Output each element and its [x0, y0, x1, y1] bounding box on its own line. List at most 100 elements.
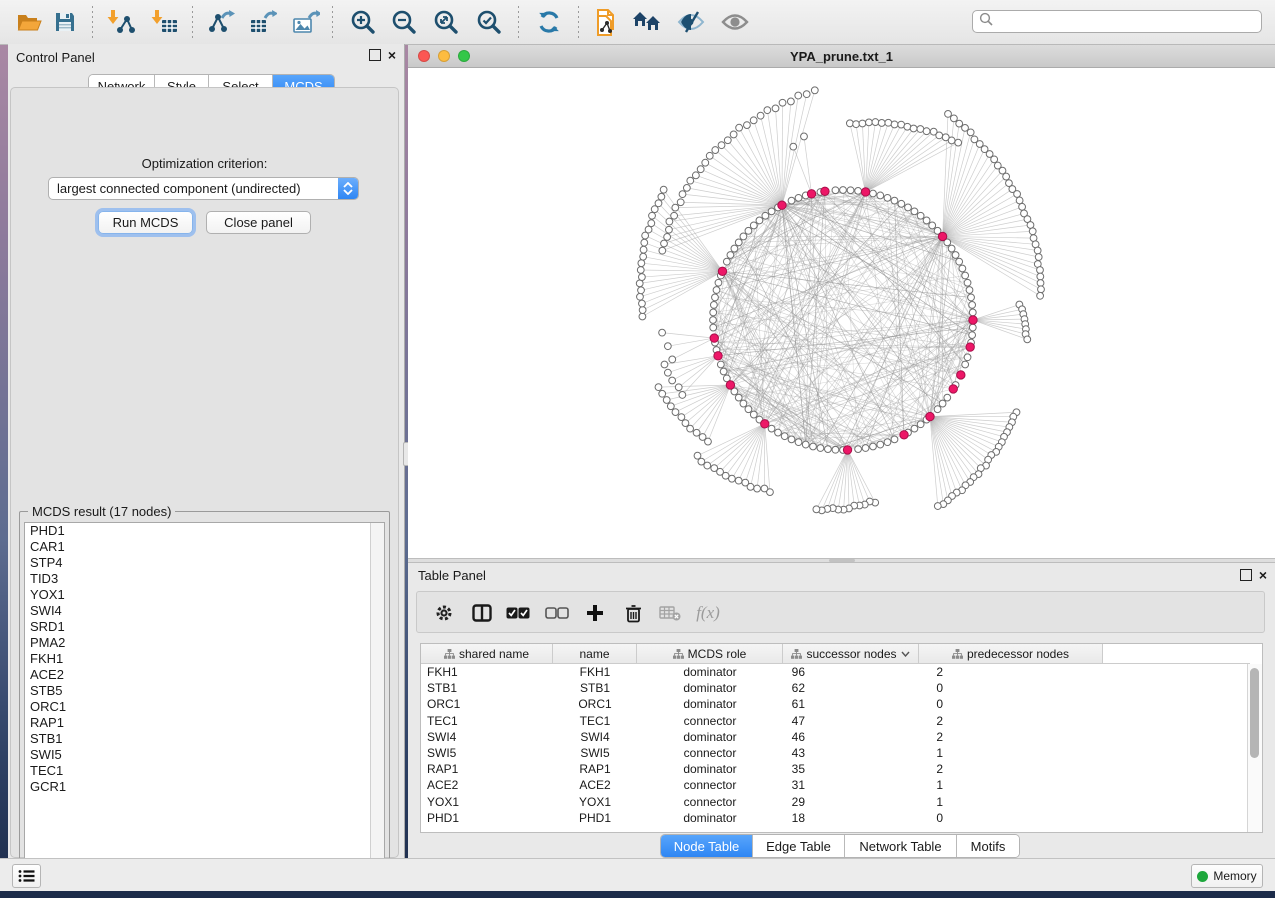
cell-predecessor-nodes[interactable]: 1	[919, 746, 1103, 760]
graph-leaf-node[interactable]	[672, 409, 679, 416]
graph-leaf-node[interactable]	[692, 172, 699, 179]
table-row[interactable]: STB1STB1dominator620	[421, 680, 1248, 696]
mcds-result-item[interactable]: TEC1	[25, 763, 384, 779]
graph-mcds-hub-node[interactable]	[710, 334, 718, 342]
graph-mcds-hub-node[interactable]	[949, 385, 957, 393]
cell-predecessor-nodes[interactable]: 2	[919, 762, 1103, 776]
graph-node[interactable]	[962, 272, 969, 279]
graph-node[interactable]	[877, 441, 884, 448]
mcds-result-item[interactable]: FKH1	[25, 651, 384, 667]
graph-node[interactable]	[944, 394, 951, 401]
close-panel-icon[interactable]: ×	[388, 50, 396, 60]
cell-predecessor-nodes[interactable]: 2	[919, 714, 1103, 728]
table-row[interactable]: TEC1TEC1connector472	[421, 713, 1248, 729]
graph-node[interactable]	[723, 258, 730, 265]
graph-node[interactable]	[969, 332, 976, 339]
mcds-result-item[interactable]: SWI4	[25, 603, 384, 619]
graph-leaf-node[interactable]	[655, 200, 662, 207]
search-box[interactable]	[972, 10, 1262, 33]
graph-leaf-node[interactable]	[678, 414, 685, 421]
save-session-icon[interactable]	[50, 8, 80, 36]
graph-leaf-node[interactable]	[683, 184, 690, 191]
graph-mcds-hub-node[interactable]	[778, 201, 786, 209]
graph-leaf-node[interactable]	[728, 475, 735, 482]
cell-name[interactable]: ACE2	[553, 778, 637, 792]
close-panel-button[interactable]: Close panel	[206, 211, 311, 234]
graph-leaf-node[interactable]	[693, 429, 700, 436]
graph-node[interactable]	[959, 265, 966, 272]
graph-leaf-node[interactable]	[1024, 336, 1031, 343]
graph-node[interactable]	[855, 446, 862, 453]
graph-leaf-node[interactable]	[637, 293, 644, 300]
graph-leaf-node[interactable]	[936, 132, 943, 139]
table-row[interactable]: ORC1ORC1dominator610	[421, 696, 1248, 712]
graph-leaf-node[interactable]	[637, 267, 644, 274]
graph-node[interactable]	[847, 187, 854, 194]
column-header-shared-name[interactable]: shared name	[421, 644, 553, 664]
mcds-result-item[interactable]: ACE2	[25, 667, 384, 683]
graph-node[interactable]	[802, 441, 809, 448]
graph-leaf-node[interactable]	[1037, 280, 1044, 287]
graph-leaf-node[interactable]	[991, 156, 998, 163]
cell-predecessor-nodes[interactable]: 0	[919, 697, 1103, 711]
cell-predecessor-nodes[interactable]: 2	[919, 730, 1103, 744]
cell-MCDS-role[interactable]: dominator	[637, 697, 783, 711]
graph-leaf-node[interactable]	[682, 420, 689, 427]
graph-leaf-node[interactable]	[1038, 286, 1045, 293]
graph-leaf-node[interactable]	[638, 260, 645, 267]
column-header-MCDS-role[interactable]: MCDS role	[637, 644, 783, 664]
graph-leaf-node[interactable]	[1003, 173, 1010, 180]
graph-node[interactable]	[870, 443, 877, 450]
graph-leaf-node[interactable]	[754, 485, 761, 492]
graph-leaf-node[interactable]	[702, 159, 709, 166]
graph-leaf-node[interactable]	[659, 329, 666, 336]
cell-predecessor-nodes[interactable]: 2	[919, 665, 1103, 679]
graph-leaf-node[interactable]	[885, 119, 892, 126]
graph-leaf-node[interactable]	[649, 212, 656, 219]
graph-node[interactable]	[735, 239, 742, 246]
graph-node[interactable]	[969, 309, 976, 316]
graph-node[interactable]	[877, 192, 884, 199]
graph-node[interactable]	[855, 187, 862, 194]
graph-node[interactable]	[756, 217, 763, 224]
graph-leaf-node[interactable]	[663, 397, 670, 404]
graph-leaf-node[interactable]	[744, 122, 751, 129]
graph-node[interactable]	[884, 194, 891, 201]
mcds-result-item[interactable]: RAP1	[25, 715, 384, 731]
mcds-result-item[interactable]: GCR1	[25, 779, 384, 795]
cell-name[interactable]: YOX1	[553, 795, 637, 809]
graph-leaf-node[interactable]	[950, 115, 957, 122]
tab-network-table[interactable]: Network Table	[845, 835, 957, 857]
graph-mcds-hub-node[interactable]	[969, 316, 977, 324]
graph-node[interactable]	[745, 227, 752, 234]
graph-mcds-hub-node[interactable]	[926, 412, 934, 420]
import-network-icon[interactable]	[106, 8, 136, 36]
graph-leaf-node[interactable]	[866, 119, 873, 126]
graph-leaf-node[interactable]	[659, 247, 666, 254]
cell-name[interactable]: STB1	[553, 681, 637, 695]
table-scrollbar[interactable]	[1247, 664, 1262, 832]
cell-name[interactable]: SWI4	[553, 730, 637, 744]
cell-predecessor-nodes[interactable]: 0	[919, 811, 1103, 825]
table-row[interactable]: PHD1PHD1dominator180	[421, 810, 1248, 826]
graph-mcds-hub-node[interactable]	[726, 381, 734, 389]
cell-shared-name[interactable]: ORC1	[421, 697, 553, 711]
graph-leaf-node[interactable]	[664, 343, 671, 350]
graph-leaf-node[interactable]	[750, 117, 757, 124]
open-file-icon[interactable]	[14, 8, 44, 36]
show-home-icon[interactable]	[632, 8, 662, 36]
graph-leaf-node[interactable]	[1035, 254, 1042, 261]
mcds-result-item[interactable]: PHD1	[25, 523, 384, 539]
graph-node[interactable]	[775, 429, 782, 436]
graph-leaf-node[interactable]	[712, 147, 719, 154]
graph-mcds-hub-node[interactable]	[966, 343, 974, 351]
cell-name[interactable]: ORC1	[553, 697, 637, 711]
cell-shared-name[interactable]: YOX1	[421, 795, 553, 809]
graph-node[interactable]	[948, 245, 955, 252]
graph-leaf-node[interactable]	[660, 186, 667, 193]
graph-leaf-node[interactable]	[1014, 191, 1021, 198]
graph-node[interactable]	[781, 433, 788, 440]
network-graph[interactable]	[408, 68, 1275, 558]
graph-leaf-node[interactable]	[645, 226, 652, 233]
graph-node[interactable]	[898, 200, 905, 207]
